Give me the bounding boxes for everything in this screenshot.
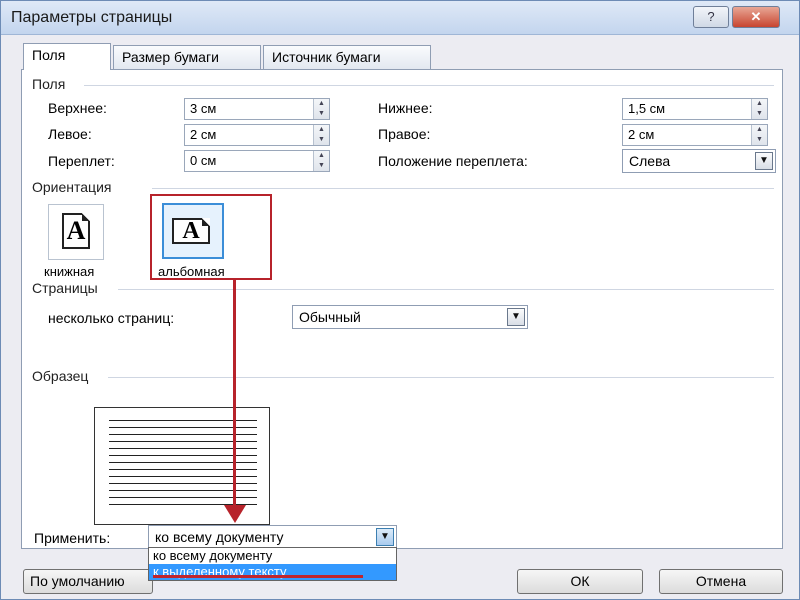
margins-panel: Поля Верхнее: 3 см ▲ ▼ Нижнее: 1,5 см ▲ ▼ …	[21, 69, 783, 549]
apply-to-value: ко всему документу	[155, 529, 284, 545]
ok-button[interactable]: ОК	[517, 569, 643, 594]
margins-separator	[84, 85, 774, 86]
orientation-separator	[152, 188, 774, 189]
right-margin-spinner[interactable]: 2 см ▲ ▼	[622, 124, 768, 146]
orientation-group-label: Ориентация	[32, 179, 118, 195]
right-margin-value: 2 см	[628, 127, 655, 142]
help-button[interactable]: ?	[693, 6, 729, 28]
page-setup-dialog: Параметры страницы ? ✕ Поля Размер бумаг…	[0, 0, 800, 600]
cancel-button[interactable]: Отмена	[659, 569, 783, 594]
top-margin-spinner[interactable]: 3 см ▲ ▼	[184, 98, 330, 120]
spin-arrows-icon[interactable]: ▲ ▼	[313, 99, 329, 119]
preview-separator	[108, 377, 774, 378]
top-margin-value: 3 см	[190, 101, 217, 116]
spin-arrows-icon[interactable]: ▲ ▼	[751, 125, 767, 145]
multiple-pages-value: Обычный	[299, 309, 361, 325]
apply-label: Применить:	[34, 530, 111, 546]
gutter-position-value: Слева	[629, 153, 671, 169]
tab-margins[interactable]: Поля	[23, 43, 111, 70]
close-button[interactable]: ✕	[732, 6, 780, 28]
left-margin-spinner[interactable]: 2 см ▲ ▼	[184, 124, 330, 146]
tab-paper-size[interactable]: Размер бумаги	[113, 45, 261, 69]
portrait-label[interactable]: книжная	[44, 264, 94, 279]
spin-arrows-icon[interactable]: ▲ ▼	[313, 151, 329, 171]
gutter-position-label: Положение переплета:	[378, 153, 528, 169]
apply-to-select[interactable]: ко всему документу ▼	[148, 525, 397, 549]
right-margin-label: Правое:	[378, 126, 431, 142]
apply-option-whole-document[interactable]: ко всему документу	[149, 548, 396, 564]
arrow-down-icon	[224, 505, 246, 523]
bottom-margin-spinner[interactable]: 1,5 см ▲ ▼	[622, 98, 768, 120]
pages-group-label: Страницы	[32, 280, 104, 296]
top-margin-label: Верхнее:	[48, 100, 107, 116]
chevron-down-icon[interactable]: ▼	[507, 308, 525, 326]
preview-group-label: Образец	[32, 368, 95, 384]
chevron-down-icon[interactable]: ▼	[755, 152, 773, 170]
gutter-value: 0 см	[190, 153, 217, 168]
portrait-button[interactable]: A	[48, 204, 104, 260]
multiple-pages-select[interactable]: Обычный ▼	[292, 305, 528, 329]
set-default-button[interactable]: По умолчанию	[23, 569, 153, 594]
gutter-label: Переплет:	[48, 153, 115, 169]
annotation-arrow-line	[233, 279, 236, 507]
gutter-spinner[interactable]: 0 см ▲ ▼	[184, 150, 330, 172]
portrait-page-icon: A	[62, 213, 90, 249]
multiple-pages-label: несколько страниц:	[48, 310, 175, 326]
help-icon: ?	[707, 9, 715, 24]
spin-arrows-icon[interactable]: ▲ ▼	[751, 99, 767, 119]
dialog-title: Параметры страницы	[11, 9, 173, 26]
left-margin-value: 2 см	[190, 127, 217, 142]
annotation-underline	[153, 575, 363, 578]
tab-paper-source[interactable]: Источник бумаги	[263, 45, 431, 69]
title-bar: Параметры страницы ? ✕	[1, 1, 799, 35]
margins-group-label: Поля	[32, 76, 72, 92]
pages-separator	[118, 289, 774, 290]
chevron-down-icon[interactable]: ▼	[376, 528, 394, 546]
bottom-margin-label: Нижнее:	[378, 100, 433, 116]
bottom-margin-value: 1,5 см	[628, 101, 666, 116]
left-margin-label: Левое:	[48, 126, 92, 142]
gutter-position-select[interactable]: Слева ▼	[622, 149, 776, 173]
close-icon: ✕	[750, 9, 762, 24]
spin-arrows-icon[interactable]: ▲ ▼	[313, 125, 329, 145]
landscape-highlight-frame	[150, 194, 272, 280]
